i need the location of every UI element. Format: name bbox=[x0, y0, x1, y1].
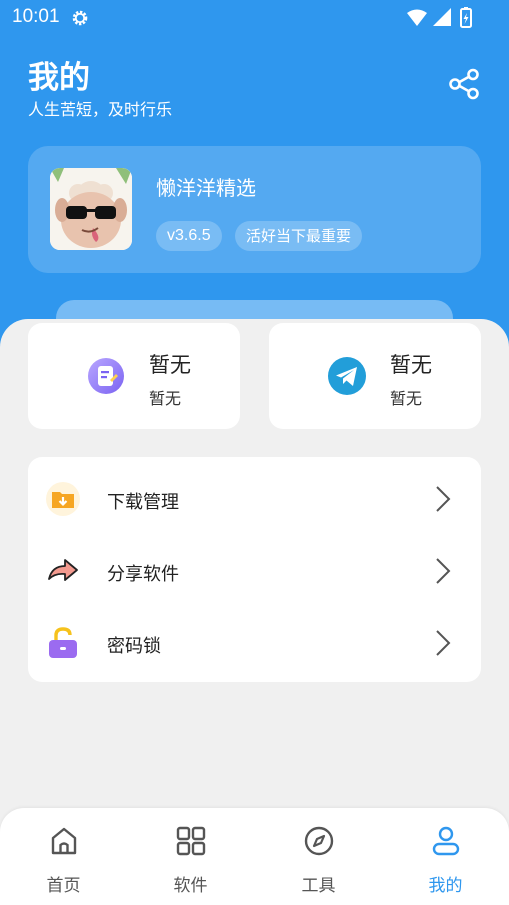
app-info-card[interactable]: 懒洋洋精选 v3.6.5 活好当下最重要 bbox=[28, 146, 481, 273]
chevron-right-icon bbox=[436, 558, 451, 584]
page-subtitle: 人生苦短，及时行乐 bbox=[28, 100, 173, 119]
telegram-icon bbox=[328, 357, 366, 395]
padlock-icon bbox=[49, 627, 77, 658]
tab-label: 我的 bbox=[428, 876, 463, 896]
tab-software[interactable]: 软件 bbox=[127, 808, 254, 905]
chevron-right-icon bbox=[436, 486, 451, 512]
menu-label: 下载管理 bbox=[107, 492, 179, 513]
status-time: 10:01 bbox=[12, 6, 60, 27]
tab-label: 软件 bbox=[173, 876, 208, 896]
stat-value: 暂无 bbox=[390, 353, 432, 377]
page-title: 我的 bbox=[28, 60, 90, 96]
tab-label: 首页 bbox=[46, 876, 81, 896]
menu-label: 密码锁 bbox=[107, 636, 161, 657]
tab-label: 工具 bbox=[301, 876, 336, 896]
battery-charging-icon bbox=[460, 7, 472, 28]
status-bar: 10:01 bbox=[0, 0, 509, 36]
stat-label: 暂无 bbox=[390, 389, 423, 408]
signal-icon bbox=[433, 8, 451, 26]
menu-card: 下载管理 分享软件 密码锁 bbox=[28, 457, 481, 682]
stat-card-notes[interactable]: 暂无 暂无 bbox=[28, 323, 240, 429]
app-name: 懒洋洋精选 bbox=[156, 176, 256, 200]
grid-icon bbox=[176, 826, 206, 856]
share-icon[interactable] bbox=[446, 66, 482, 102]
tab-profile[interactable]: 我的 bbox=[382, 808, 509, 905]
wifi-icon bbox=[407, 9, 427, 26]
menu-item-download-manager[interactable]: 下载管理 bbox=[28, 462, 481, 534]
menu-item-password-lock[interactable]: 密码锁 bbox=[28, 606, 481, 678]
motto-badge: 活好当下最重要 bbox=[235, 221, 363, 251]
user-icon bbox=[432, 826, 460, 856]
notes-app-icon bbox=[88, 358, 124, 394]
sheep-avatar bbox=[50, 168, 132, 250]
menu-label: 分享软件 bbox=[107, 564, 179, 585]
gear-icon bbox=[72, 10, 88, 26]
compass-icon bbox=[304, 826, 334, 856]
version-badge: v3.6.5 bbox=[156, 221, 222, 251]
stat-value: 暂无 bbox=[149, 353, 191, 377]
stat-label: 暂无 bbox=[149, 389, 182, 408]
chevron-right-icon bbox=[436, 630, 451, 656]
status-indicators bbox=[407, 7, 472, 28]
stat-card-telegram[interactable]: 暂无 暂无 bbox=[269, 323, 481, 429]
home-icon bbox=[51, 827, 77, 855]
bottom-tab-bar: 首页 软件 工具 我的 bbox=[0, 808, 509, 905]
download-folder-icon bbox=[46, 482, 80, 516]
menu-item-share-app[interactable]: 分享软件 bbox=[28, 534, 481, 606]
tab-home[interactable]: 首页 bbox=[0, 808, 127, 905]
share-arrow-icon bbox=[48, 559, 78, 581]
tab-tools[interactable]: 工具 bbox=[255, 808, 382, 905]
app-avatar bbox=[50, 168, 132, 250]
